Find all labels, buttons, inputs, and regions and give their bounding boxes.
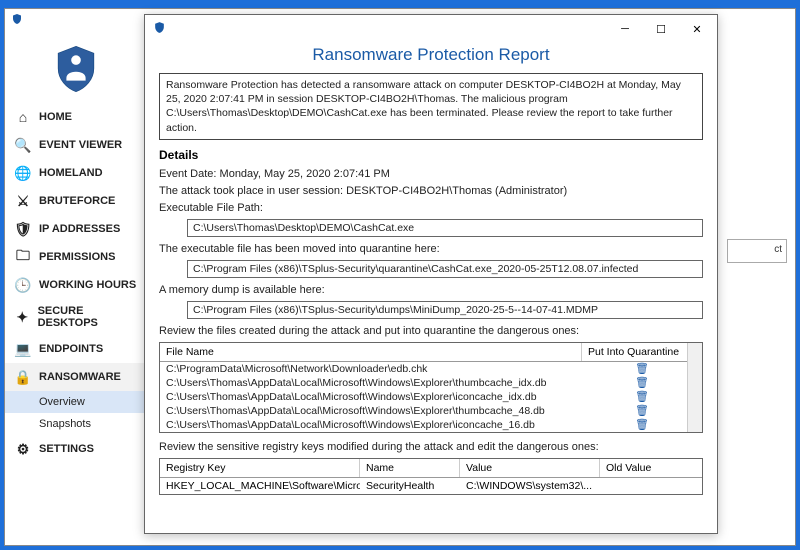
exe-path-label: Executable File Path: bbox=[159, 202, 703, 214]
nav-label: EVENT VIEWER bbox=[39, 139, 122, 151]
trash-icon[interactable]: 🗑 bbox=[582, 376, 702, 389]
clock-icon: 🕒 bbox=[15, 277, 31, 293]
file-path: C:\Users\Thomas\AppData\Local\Microsoft\… bbox=[160, 404, 582, 418]
table-row[interactable]: C:\Users\Thomas\AppData\Local\Microsoft\… bbox=[160, 404, 702, 418]
file-path: C:\Users\Thomas\AppData\Local\Microsoft\… bbox=[160, 376, 582, 390]
nav-label: ENDPOINTS bbox=[39, 343, 103, 355]
dump-label: A memory dump is available here: bbox=[159, 284, 703, 296]
quarantine-label: The executable file has been moved into … bbox=[159, 243, 703, 255]
files-col-name[interactable]: File Name bbox=[160, 343, 582, 361]
files-col-quarantine[interactable]: Put Into Quarantine bbox=[582, 343, 702, 361]
file-path: C:\Users\Thomas\AppData\Local\Microsoft\… bbox=[160, 390, 582, 404]
nav-label: RANSOMWARE bbox=[39, 371, 121, 383]
folder-icon: 🗀 bbox=[15, 249, 31, 265]
nav-label: SETTINGS bbox=[39, 443, 94, 455]
nav-permissions[interactable]: 🗀 PERMISSIONS bbox=[5, 243, 147, 271]
report-title: Ransomware Protection Report bbox=[159, 43, 703, 73]
session-line: The attack took place in user session: D… bbox=[159, 185, 703, 197]
reg-old-value bbox=[600, 478, 702, 494]
report-window: ─ ☐ ✕ Ransomware Protection Report Ranso… bbox=[144, 14, 718, 534]
dump-path-box[interactable]: C:\Program Files (x86)\TSplus-Security\d… bbox=[187, 301, 703, 319]
reg-col-value[interactable]: Value bbox=[460, 459, 600, 477]
details-heading: Details bbox=[159, 148, 703, 162]
trash-icon[interactable]: 🗑 bbox=[582, 404, 702, 417]
exe-path-box[interactable]: C:\Users\Thomas\Desktop\DEMO\CashCat.exe bbox=[187, 219, 703, 237]
registry-review-label: Review the sensitive registry keys modif… bbox=[159, 441, 703, 453]
trash-icon[interactable]: 🗑 bbox=[582, 418, 702, 431]
swords-icon: ⚔ bbox=[15, 193, 31, 209]
trash-icon[interactable]: 🗑 bbox=[582, 390, 702, 403]
close-button[interactable]: ✕ bbox=[679, 17, 715, 41]
nav-label: HOME bbox=[39, 111, 72, 123]
report-titlebar[interactable]: ─ ☐ ✕ bbox=[145, 15, 717, 43]
nav-label: IP ADDRESSES bbox=[39, 223, 120, 235]
shield-check-icon: 🛡 bbox=[15, 221, 31, 237]
reg-value: C:\WINDOWS\system32\... bbox=[460, 478, 600, 494]
app-logo bbox=[5, 39, 147, 103]
table-row[interactable]: C:\ProgramData\Microsoft\Network\Downloa… bbox=[160, 362, 702, 376]
reg-col-key[interactable]: Registry Key bbox=[160, 459, 360, 477]
nav-event-viewer[interactable]: 🔍 EVENT VIEWER bbox=[5, 131, 147, 159]
table-row[interactable]: C:\Users\Thomas\AppData\Local\Microsoft\… bbox=[160, 390, 702, 404]
gear-icon: ⚙ bbox=[15, 441, 31, 457]
nav-homeland[interactable]: 🌐 HOMELAND bbox=[5, 159, 147, 187]
minimize-button[interactable]: ─ bbox=[607, 17, 643, 41]
table-row[interactable]: C:\Users\Thomas\AppData\Local\Microsoft\… bbox=[160, 418, 702, 432]
nav-label: WORKING HOURS bbox=[39, 279, 136, 291]
scrollbar[interactable] bbox=[687, 343, 702, 432]
table-row[interactable]: C:\Users\Thomas\AppData\Local\Microsoft\… bbox=[160, 376, 702, 390]
nav-label: PERMISSIONS bbox=[39, 251, 115, 263]
event-date-line: Event Date: Monday, May 25, 2020 2:07:41… bbox=[159, 168, 703, 180]
nav-endpoints[interactable]: 💻 ENDPOINTS bbox=[5, 335, 147, 363]
home-icon: ⌂ bbox=[15, 109, 31, 125]
shield-icon bbox=[11, 13, 23, 28]
reg-name: SecurityHealth bbox=[360, 478, 460, 494]
sidebar: ⌂ HOME 🔍 EVENT VIEWER 🌐 HOMELAND ⚔ BRUTEFORC… bbox=[5, 39, 147, 545]
nav-ransomware[interactable]: 🔒 RANSOMWARE bbox=[5, 363, 147, 391]
reg-col-old[interactable]: Old Value bbox=[600, 459, 702, 477]
quarantine-path-box[interactable]: C:\Program Files (x86)\TSplus-Security\q… bbox=[187, 260, 703, 278]
nav-ip-addresses[interactable]: 🛡 IP ADDRESSES bbox=[5, 215, 147, 243]
nav-label: SECURE DESKTOPS bbox=[38, 305, 137, 329]
files-review-label: Review the files created during the atta… bbox=[159, 325, 703, 337]
report-body: Ransomware Protection Report Ransomware … bbox=[145, 43, 717, 533]
maximize-button[interactable]: ☐ bbox=[643, 17, 679, 41]
background-content: ct bbox=[723, 39, 795, 545]
file-path: C:\Users\Thomas\AppData\Local\Microsoft\… bbox=[160, 418, 582, 432]
table-row[interactable]: HKEY_LOCAL_MACHINE\Software\Microsoft\Wi… bbox=[160, 478, 702, 494]
files-table-header: File Name Put Into Quarantine bbox=[160, 343, 702, 362]
files-table: File Name Put Into Quarantine C:\Program… bbox=[159, 342, 703, 433]
reg-key: HKEY_LOCAL_MACHINE\Software\Microsoft\Wi… bbox=[160, 478, 360, 494]
registry-table-header: Registry Key Name Value Old Value bbox=[160, 459, 702, 478]
laptop-icon: 💻 bbox=[15, 341, 31, 357]
summary-box: Ransomware Protection has detected a ran… bbox=[159, 73, 703, 140]
nav-label: HOMELAND bbox=[39, 167, 103, 179]
nav-ransomware-snapshots[interactable]: Snapshots bbox=[5, 413, 147, 435]
nav-list: ⌂ HOME 🔍 EVENT VIEWER 🌐 HOMELAND ⚔ BRUTEFORC… bbox=[5, 103, 147, 463]
nav-ransomware-overview[interactable]: Overview bbox=[5, 391, 147, 413]
search-icon: 🔍 bbox=[15, 137, 31, 153]
reg-col-name[interactable]: Name bbox=[360, 459, 460, 477]
trash-icon[interactable]: 🗑 bbox=[582, 362, 702, 375]
globe-icon: 🌐 bbox=[15, 165, 31, 181]
nav-home[interactable]: ⌂ HOME bbox=[5, 103, 147, 131]
nav-label: BRUTEFORCE bbox=[39, 195, 115, 207]
nav-bruteforce[interactable]: ⚔ BRUTEFORCE bbox=[5, 187, 147, 215]
nav-secure-desktops[interactable]: ✦ SECURE DESKTOPS bbox=[5, 299, 147, 335]
nav-settings[interactable]: ⚙ SETTINGS bbox=[5, 435, 147, 463]
lock-icon: 🔒 bbox=[15, 369, 31, 385]
sparkle-icon: ✦ bbox=[15, 309, 30, 325]
shield-icon bbox=[153, 21, 166, 37]
registry-table: Registry Key Name Value Old Value HKEY_L… bbox=[159, 458, 703, 495]
file-path: C:\ProgramData\Microsoft\Network\Downloa… bbox=[160, 362, 582, 376]
nav-working-hours[interactable]: 🕒 WORKING HOURS bbox=[5, 271, 147, 299]
background-partial-box: ct bbox=[727, 239, 787, 263]
